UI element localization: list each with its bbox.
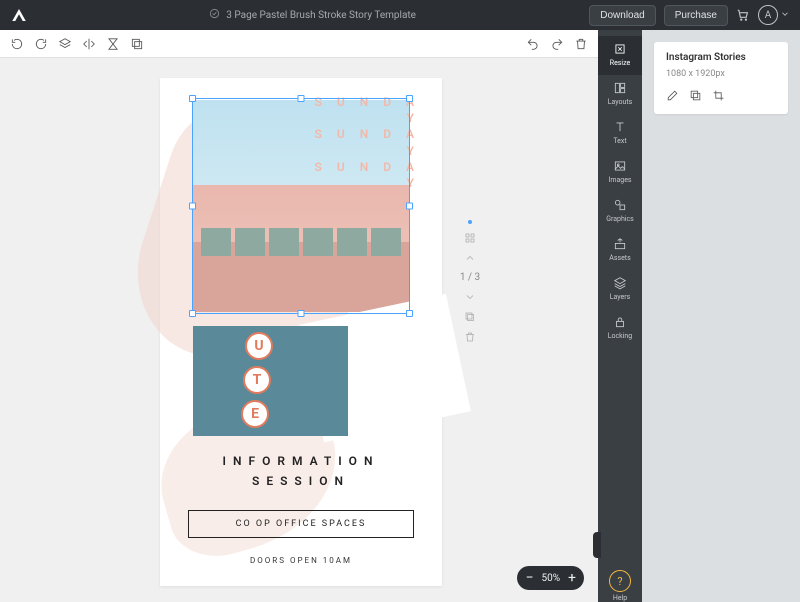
zoom-value: 50%	[541, 573, 560, 584]
page-counter: 1 / 3	[460, 272, 480, 283]
preset-dimensions: 1080 x 1920px	[666, 69, 776, 79]
secondary-image-sign[interactable]: U T E	[193, 326, 348, 436]
flip-vertical-icon[interactable]	[106, 37, 120, 51]
page-indicator-dot	[468, 220, 472, 224]
resize-handle-ne[interactable]	[406, 95, 413, 102]
help-label: Help	[613, 594, 627, 602]
zoom-out-button[interactable]: −	[525, 571, 533, 585]
zoom-in-button[interactable]: +	[568, 571, 576, 585]
rail-tab-layouts[interactable]: Layouts	[598, 75, 642, 114]
chevron-up-icon[interactable]	[464, 252, 476, 264]
help-button[interactable]: ?	[609, 570, 631, 592]
preset-title: Instagram Stories	[666, 52, 776, 63]
flip-horizontal-icon[interactable]	[82, 37, 96, 51]
redo-icon[interactable]	[550, 37, 564, 51]
resize-handle-s[interactable]	[298, 310, 305, 317]
resize-handle-w[interactable]	[189, 203, 196, 210]
saved-check-icon	[209, 8, 220, 22]
text-icon	[613, 120, 627, 134]
assets-icon	[613, 237, 627, 251]
canvas-area[interactable]: S U N D A Y S U N D A Y S U N D A Y U T …	[0, 30, 598, 602]
chevron-down-icon	[780, 9, 790, 22]
resize-panel: Instagram Stories 1080 x 1920px	[642, 30, 800, 602]
account-menu[interactable]: A	[758, 5, 790, 25]
duplicate-page-icon[interactable]	[464, 311, 476, 323]
document-title-text: 3 Page Pastel Brush Stroke Story Templat…	[226, 10, 416, 21]
resize-handle-n[interactable]	[298, 95, 305, 102]
duplicate-icon[interactable]	[130, 37, 144, 51]
rail-tab-locking[interactable]: Locking	[598, 309, 642, 348]
canvas-toolbar	[0, 30, 598, 58]
rotate-right-icon[interactable]	[34, 37, 48, 51]
layouts-icon	[613, 81, 627, 95]
rail-tab-assets[interactable]: Assets	[598, 231, 642, 270]
lock-icon	[613, 315, 627, 329]
page-navigator: 1 / 3	[455, 220, 485, 343]
rotate-left-icon[interactable]	[10, 37, 24, 51]
graphics-icon	[613, 198, 627, 212]
rail-tab-resize[interactable]: Resize	[598, 36, 642, 75]
selection-bounding-box[interactable]	[192, 98, 410, 314]
rail-tab-text[interactable]: Text	[598, 114, 642, 153]
download-button[interactable]: Download	[589, 5, 655, 26]
copy-icon[interactable]	[689, 89, 702, 102]
right-tool-rail: Resize Layouts Text Images Graphics Asse…	[598, 30, 642, 602]
trash-icon[interactable]	[574, 37, 588, 51]
layers-icon	[613, 276, 627, 290]
resize-handle-sw[interactable]	[189, 310, 196, 317]
subheading-box[interactable]: CO OP OFFICE SPACES	[188, 510, 414, 538]
images-icon	[613, 159, 627, 173]
resize-handle-nw[interactable]	[189, 95, 196, 102]
chevron-down-icon[interactable]	[464, 291, 476, 303]
cart-icon[interactable]	[736, 8, 750, 22]
resize-preset-card[interactable]: Instagram Stories 1080 x 1920px	[654, 42, 788, 114]
app-logo-icon[interactable]	[10, 6, 28, 24]
panel-collapse-handle[interactable]	[593, 532, 601, 558]
caption-text[interactable]: DOORS OPEN 10AM	[160, 556, 442, 565]
resize-handle-e[interactable]	[406, 203, 413, 210]
app-header: 3 Page Pastel Brush Stroke Story Templat…	[0, 0, 800, 30]
crop-icon[interactable]	[712, 89, 725, 102]
layers-icon[interactable]	[58, 37, 72, 51]
rail-tab-images[interactable]: Images	[598, 153, 642, 192]
grid-icon[interactable]	[464, 232, 476, 244]
document-title: 3 Page Pastel Brush Stroke Story Templat…	[36, 8, 589, 22]
zoom-control[interactable]: − 50% +	[517, 566, 584, 590]
resize-icon	[613, 42, 627, 56]
rail-tab-graphics[interactable]: Graphics	[598, 192, 642, 231]
purchase-button[interactable]: Purchase	[664, 5, 728, 26]
resize-handle-se[interactable]	[406, 310, 413, 317]
rail-tab-layers[interactable]: Layers	[598, 270, 642, 309]
delete-page-icon[interactable]	[464, 331, 476, 343]
edit-icon[interactable]	[666, 89, 679, 102]
undo-icon[interactable]	[526, 37, 540, 51]
artboard-page-1[interactable]: S U N D A Y S U N D A Y S U N D A Y U T …	[160, 78, 442, 586]
headline-text[interactable]: INFORMATION SESSION	[160, 454, 442, 488]
avatar: A	[758, 5, 778, 25]
